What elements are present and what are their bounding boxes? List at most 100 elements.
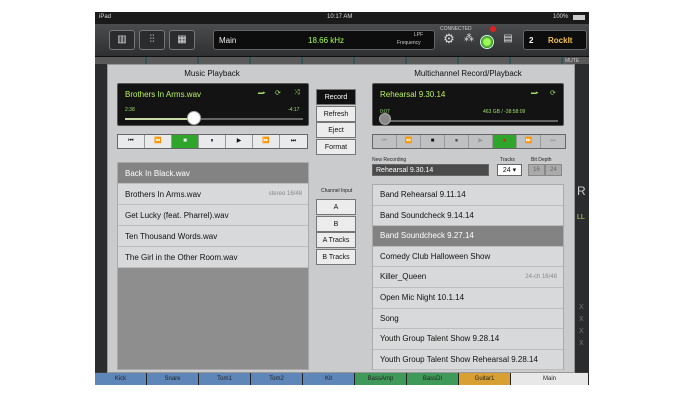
file-name: Ten Thousand Words.wav	[125, 232, 218, 241]
multichannel-output-icon[interactable]: ▬▸	[531, 90, 539, 96]
mc-play-icon[interactable]: ▶	[469, 135, 493, 148]
session-row[interactable]: Youth Group Talent Show 9.28.14	[373, 329, 563, 350]
record-button[interactable]: Record	[316, 89, 356, 105]
skip-forward-icon[interactable]: ⏭	[280, 135, 307, 148]
battery-level: 100%	[553, 14, 569, 20]
file-name: The Girl in the Other Room.wav	[125, 253, 238, 262]
pause-icon[interactable]: ⏸	[199, 135, 226, 148]
session-name: Song	[380, 313, 399, 323]
stop-icon[interactable]: ■	[172, 135, 199, 148]
mc-record-icon[interactable]: ●	[493, 135, 517, 148]
channel-tab[interactable]: Kit	[303, 373, 355, 385]
file-meta: stereo 16/48	[268, 191, 302, 197]
session-row[interactable]: Killer_Queen 24-ch 16/48	[373, 267, 563, 288]
music-progress-knob[interactable]	[187, 111, 202, 125]
channel-selector[interactable]: Main 18.66 kHz LPF Frequency	[213, 30, 435, 50]
session-name: Band Soundcheck 9.27.14	[380, 231, 474, 241]
play-icon[interactable]: ▶	[226, 135, 253, 148]
file-row[interactable]: Brothers In Arms.wav stereo 16/48	[118, 184, 308, 205]
eject-button[interactable]: Eject	[316, 122, 356, 138]
session-row[interactable]: Band Rehearsal 9.11.14	[373, 185, 563, 206]
channel-input-b-tracks[interactable]: B Tracks	[316, 248, 356, 265]
music-playback-title: Music Playback	[184, 69, 240, 78]
session-name: Youth Group Talent Show 9.28.14	[380, 334, 500, 344]
scene-selector[interactable]: 2 RockIt	[523, 30, 587, 50]
output-icon[interactable]: ▬▸	[258, 90, 266, 96]
new-recording-label: New Recording	[372, 157, 407, 163]
session-list: Band Rehearsal 9.11.14 Band Soundcheck 9.…	[372, 184, 564, 371]
keyboard-icon[interactable]: ▥	[109, 30, 135, 50]
file-list-empty-area	[118, 268, 308, 369]
scene-name: RockIt	[548, 36, 573, 45]
channel-tab[interactable]: Tom2	[251, 373, 303, 385]
file-row[interactable]: Ten Thousand Words.wav	[118, 226, 308, 247]
mc-stop-icon[interactable]: ■	[421, 135, 445, 148]
repeat-icon[interactable]: ⟳	[275, 89, 281, 97]
session-row[interactable]: Open Mic Night 10.1.14	[373, 288, 563, 309]
shuffle-icon[interactable]: ⤨	[294, 89, 300, 97]
channel-tab[interactable]: Tom1	[199, 373, 251, 385]
now-playing-title: Brothers In Arms.wav	[125, 90, 202, 99]
file-name: Brothers In Arms.wav	[125, 190, 202, 199]
mc-skip-forward-icon[interactable]: ⏭	[541, 135, 565, 148]
channel-input-label: Channel Input	[321, 188, 353, 194]
app-window: iPad 10:17 AM 100% ▥ ⫶⫶ ▦ Main 18.66 kHz…	[95, 12, 589, 385]
session-row[interactable]: Youth Group Talent Show Rehearsal 9.28.1…	[373, 350, 563, 371]
gear-icon[interactable]: ⚙	[440, 30, 458, 50]
file-row[interactable]: The Girl in the Other Room.wav	[118, 247, 308, 268]
channel-tab[interactable]: Guitar1	[459, 373, 511, 385]
clock: 10:17 AM	[327, 14, 353, 20]
channel-tab[interactable]: Main	[511, 373, 589, 385]
music-transport: ⏮ ⏪ ■ ⏸ ▶ ⏩ ⏭	[117, 134, 308, 149]
channel-input-a[interactable]: A	[316, 199, 356, 215]
grid-icon[interactable]: ▤	[499, 30, 517, 50]
multichannel-progress-knob[interactable]	[379, 113, 391, 125]
session-row[interactable]: Song	[373, 309, 563, 330]
mixer-icon[interactable]: ▦	[169, 30, 195, 50]
device-label: iPad	[99, 14, 112, 20]
rewind-icon[interactable]: ⏪	[145, 135, 172, 148]
background-mixer-strip	[95, 57, 589, 64]
status-led-icon[interactable]	[480, 35, 494, 49]
multichannel-repeat-icon[interactable]: ⟳	[550, 89, 556, 97]
tracks-value: 24	[502, 167, 511, 174]
status-bar: iPad 10:17 AM 100%	[95, 12, 589, 24]
multichannel-display: Rehearsal 9.30.14 ▬▸ ⟳ 0:07 463 GB / -38…	[372, 83, 564, 126]
multichannel-progress-track[interactable]	[380, 120, 558, 122]
toolbar: ▥ ⫶⫶ ▦ Main 18.66 kHz LPF Frequency CONN…	[95, 24, 589, 57]
skip-back-icon[interactable]: ⏮	[118, 135, 145, 148]
session-name: Killer_Queen	[380, 272, 427, 282]
scene-number: 2	[529, 36, 534, 45]
refresh-button[interactable]: Refresh	[316, 105, 356, 122]
multichannel-transport: ⏮ ⏪ ■ ⏸ ▶ ● ⏩ ⏭	[372, 134, 566, 149]
bit-depth-label: Bit Depth	[531, 157, 552, 163]
music-progress-track[interactable]	[125, 118, 303, 120]
file-row[interactable]: Get Lucky (feat. Pharrel).wav	[118, 205, 308, 226]
bit-depth-24[interactable]: 24	[545, 164, 562, 176]
bit-depth-16[interactable]: 16	[528, 164, 545, 176]
channel-input-a-tracks[interactable]: A Tracks	[316, 232, 356, 248]
session-row[interactable]: Band Soundcheck 9.27.14	[373, 226, 563, 247]
session-row[interactable]: Comedy Club Halloween Show	[373, 247, 563, 268]
session-row[interactable]: Band Soundcheck 9.14.14	[373, 206, 563, 227]
routing-icon[interactable]: ⁂	[461, 30, 477, 50]
mc-rewind-icon[interactable]: ⏪	[397, 135, 421, 148]
new-recording-name-input[interactable]: Rehearsal 9.30.14	[372, 164, 489, 176]
channel-input-b[interactable]: B	[316, 215, 356, 232]
filter-label: LPF	[414, 32, 424, 38]
file-row[interactable]: Back In Black.wav	[118, 163, 308, 184]
mc-skip-back-icon[interactable]: ⏮	[373, 135, 397, 148]
file-name: Get Lucky (feat. Pharrel).wav	[125, 211, 229, 220]
channel-tab[interactable]: BassAmp	[355, 373, 407, 385]
remaining-time: -4:17	[288, 107, 300, 113]
fast-forward-icon[interactable]: ⏩	[253, 135, 280, 148]
session-name: Band Rehearsal 9.11.14	[380, 190, 466, 199]
tracks-select[interactable]: 24 ▾	[497, 164, 522, 176]
channel-tab[interactable]: Kick	[95, 373, 147, 385]
mc-pause-icon[interactable]: ⏸	[445, 135, 469, 148]
channel-tab[interactable]: Snare	[147, 373, 199, 385]
format-button[interactable]: Format	[316, 138, 356, 155]
mc-fast-forward-icon[interactable]: ⏩	[517, 135, 541, 148]
faders-icon[interactable]: ⫶⫶	[139, 30, 165, 50]
channel-tab[interactable]: BassDI	[407, 373, 459, 385]
